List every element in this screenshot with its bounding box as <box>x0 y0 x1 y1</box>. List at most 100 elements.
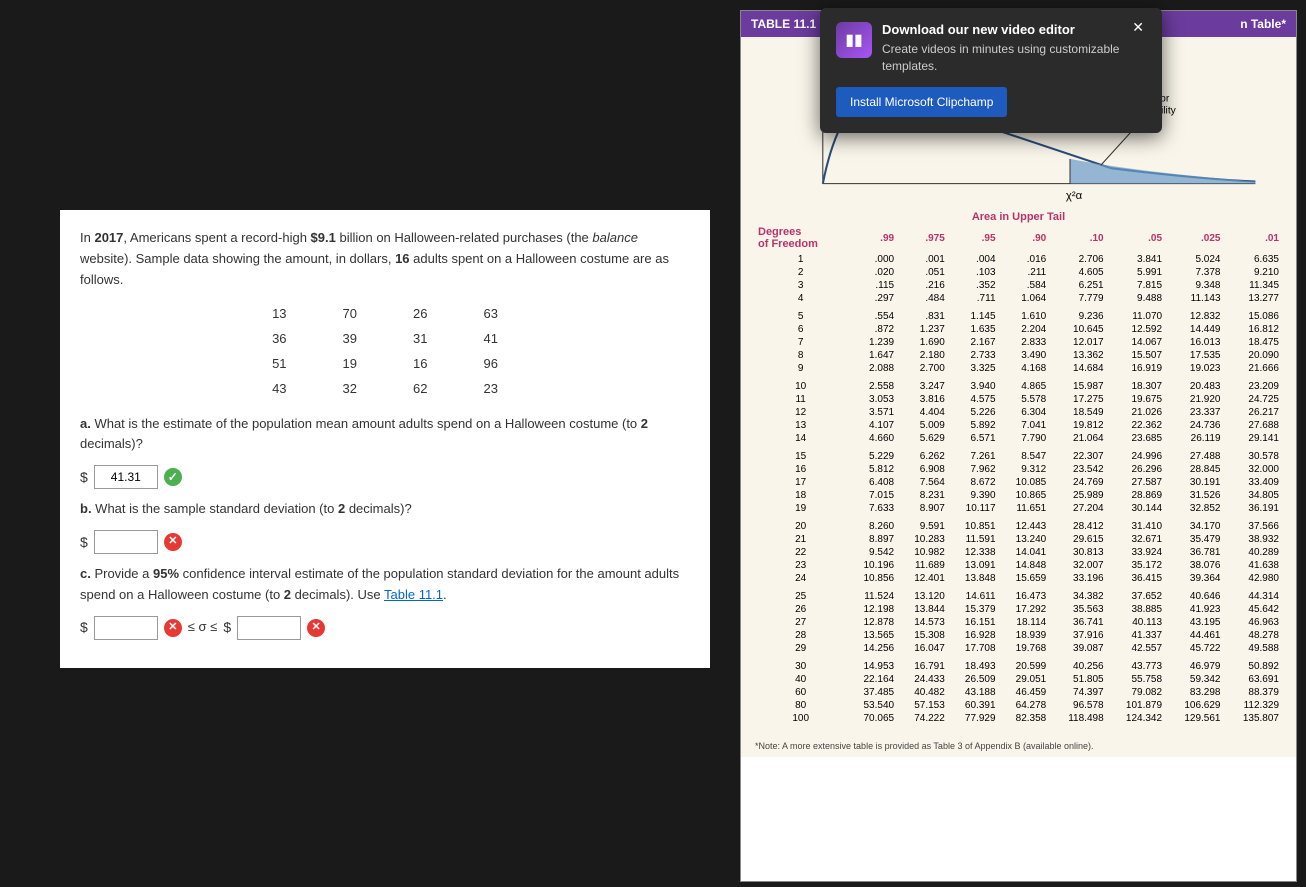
value-cell: 13.844 <box>897 603 948 616</box>
value-cell: 10.982 <box>897 546 948 559</box>
df-cell: 16 <box>755 463 846 476</box>
value-cell: 17.708 <box>948 642 999 655</box>
value-cell: .016 <box>999 253 1050 266</box>
value-cell: 12.401 <box>897 572 948 585</box>
value-cell: .484 <box>897 292 948 305</box>
value-cell: 18.493 <box>948 655 999 673</box>
value-cell: .211 <box>999 266 1050 279</box>
value-cell: 23.542 <box>1049 463 1106 476</box>
value-cell: 9.390 <box>948 489 999 502</box>
install-button[interactable]: Install Microsoft Clipchamp <box>836 87 1007 117</box>
value-cell: 33.196 <box>1049 572 1106 585</box>
value-cell: 16.791 <box>897 655 948 673</box>
value-cell: 40.289 <box>1224 546 1283 559</box>
value-cell: 14.684 <box>1049 362 1106 375</box>
value-cell: 18.549 <box>1049 406 1106 419</box>
value-cell: 45.642 <box>1224 603 1283 616</box>
value-cell: .020 <box>846 266 897 279</box>
value-cell: 1.064 <box>999 292 1050 305</box>
value-cell: 18.114 <box>999 616 1050 629</box>
value-cell: 17.292 <box>999 603 1050 616</box>
data-cell: 16 <box>385 352 455 377</box>
value-cell: 23.685 <box>1107 432 1165 445</box>
value-cell: 23.337 <box>1165 406 1223 419</box>
value-cell: 21.920 <box>1165 393 1223 406</box>
value-cell: 9.312 <box>999 463 1050 476</box>
value-cell: 11.143 <box>1165 292 1223 305</box>
value-cell: 16.919 <box>1107 362 1165 375</box>
value-cell: 15.086 <box>1224 305 1283 323</box>
value-cell: 8.547 <box>999 445 1050 463</box>
col-header: .01 <box>1224 225 1283 253</box>
close-button[interactable]: ✕ <box>1126 18 1150 37</box>
value-cell: 7.261 <box>948 445 999 463</box>
value-cell: 27.488 <box>1165 445 1223 463</box>
df-cell: 25 <box>755 585 846 603</box>
table-link[interactable]: Table 11.1 <box>384 587 443 602</box>
answer-c-lower-input[interactable] <box>94 616 158 640</box>
value-cell: 12.592 <box>1107 323 1165 336</box>
value-cell: 46.979 <box>1165 655 1223 673</box>
t: Provide a <box>91 566 153 581</box>
value-cell: 60.391 <box>948 699 999 712</box>
value-cell: 37.485 <box>846 686 897 699</box>
df-cell: 12 <box>755 406 846 419</box>
value-cell: 27.688 <box>1224 419 1283 432</box>
value-cell: 36.415 <box>1107 572 1165 585</box>
data-cell: 32 <box>315 377 385 402</box>
intro-text: In 2017, Americans spent a record-high $… <box>80 228 690 290</box>
t: In <box>80 230 94 245</box>
t: What is the estimate of the population m… <box>91 416 641 431</box>
value-cell: 4.660 <box>846 432 897 445</box>
value-cell: 4.605 <box>1049 266 1106 279</box>
value-cell: 26.509 <box>948 673 999 686</box>
value-cell: 2.733 <box>948 349 999 362</box>
value-cell: 19.675 <box>1107 393 1165 406</box>
value-cell: 28.412 <box>1049 515 1106 533</box>
value-cell: 8.672 <box>948 476 999 489</box>
answer-b-input[interactable] <box>94 530 158 554</box>
df-cell: 15 <box>755 445 846 463</box>
value-cell: 35.479 <box>1165 533 1223 546</box>
value-cell: 30.813 <box>1049 546 1106 559</box>
value-cell: 18.939 <box>999 629 1050 642</box>
value-cell: .554 <box>846 305 897 323</box>
df-cell: 2 <box>755 266 846 279</box>
value-cell: 23.209 <box>1224 375 1283 393</box>
value-cell: 16.928 <box>948 629 999 642</box>
conf: 95% <box>153 566 179 581</box>
value-cell: .352 <box>948 279 999 292</box>
amount: $9.1 <box>311 230 336 245</box>
value-cell: 31.410 <box>1107 515 1165 533</box>
year: 2017 <box>94 230 123 245</box>
t: website). Sample data showing the amount… <box>80 251 395 266</box>
dollar-sign: $ <box>80 616 88 638</box>
answer-c-upper-input[interactable] <box>237 616 301 640</box>
label: a. <box>80 416 91 431</box>
value-cell: 21.064 <box>1049 432 1106 445</box>
dollar-sign: $ <box>80 466 88 488</box>
value-cell: 14.848 <box>999 559 1050 572</box>
value-cell: 18.475 <box>1224 336 1283 349</box>
value-cell: 135.807 <box>1224 712 1283 725</box>
value-cell: 29.615 <box>1049 533 1106 546</box>
value-cell: 5.009 <box>897 419 948 432</box>
value-cell: 48.278 <box>1224 629 1283 642</box>
col-header: .10 <box>1049 225 1106 253</box>
value-cell: 77.929 <box>948 712 999 725</box>
value-cell: 7.378 <box>1165 266 1223 279</box>
value-cell: 33.924 <box>1107 546 1165 559</box>
value-cell: 70.065 <box>846 712 897 725</box>
value-cell: 30.578 <box>1224 445 1283 463</box>
value-cell: 3.940 <box>948 375 999 393</box>
value-cell: 7.815 <box>1107 279 1165 292</box>
dollar-sign: $ <box>223 616 231 638</box>
value-cell: 74.397 <box>1049 686 1106 699</box>
answer-a-input[interactable] <box>94 465 158 489</box>
df-cell: 9 <box>755 362 846 375</box>
value-cell: 36.191 <box>1224 502 1283 515</box>
value-cell: 4.168 <box>999 362 1050 375</box>
value-cell: 5.812 <box>846 463 897 476</box>
value-cell: .831 <box>897 305 948 323</box>
value-cell: 6.408 <box>846 476 897 489</box>
